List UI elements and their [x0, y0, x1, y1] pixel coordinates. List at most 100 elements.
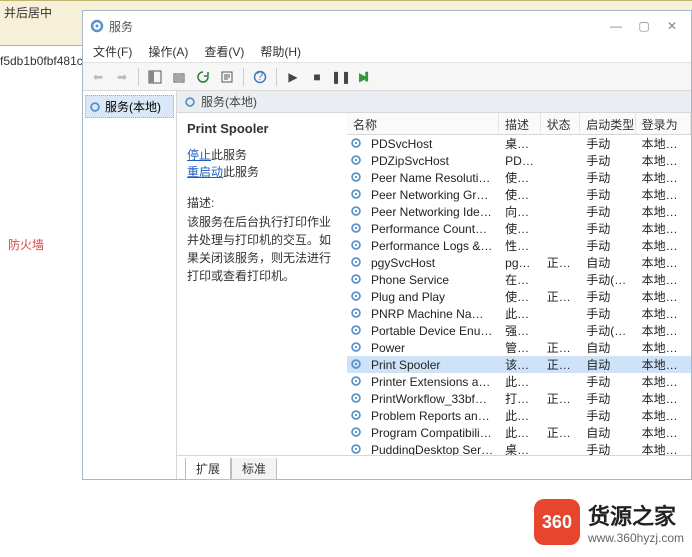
service-row[interactable]: Performance Logs & Alerts性能...手动本地服务	[347, 237, 691, 254]
cell-logon: 本地系统	[636, 152, 691, 169]
cell-desc: 使用...	[499, 169, 541, 186]
selected-service-name: Print Spooler	[187, 121, 337, 136]
menu-view[interactable]: 查看(V)	[198, 41, 250, 62]
col-name[interactable]: 名称	[347, 113, 499, 134]
service-row[interactable]: PDZipSvcHostPDZi...手动本地系统	[347, 152, 691, 169]
cell-start: 手动	[580, 305, 635, 322]
tab-standard[interactable]: 标准	[231, 458, 277, 480]
cell-logon: 本地服务	[636, 186, 691, 203]
service-row[interactable]: Power管理...正在...自动本地系统	[347, 339, 691, 356]
menu-help[interactable]: 帮助(H)	[254, 41, 307, 62]
services-icon	[89, 18, 105, 34]
cell-start: 手动(触发...	[580, 322, 635, 339]
cell-desc: 使用...	[499, 186, 541, 203]
show-hide-tree-button[interactable]	[144, 66, 166, 88]
help-button[interactable]: ?	[249, 66, 271, 88]
services-window: 服务 — ▢ ✕ 文件(F) 操作(A) 查看(V) 帮助(H) ⬅ ➡ ? ▶…	[82, 10, 692, 480]
watermark-logo: 360 货源之家 www.360hyzj.com	[534, 499, 684, 545]
maximize-button[interactable]: ▢	[637, 19, 651, 33]
cell-name: Peer Networking Grouping	[365, 188, 499, 202]
cell-status: 正在...	[541, 390, 581, 407]
cell-desc: pgyS...	[499, 256, 541, 270]
service-row[interactable]: pgySvcHostpgyS...正在...自动本地系统	[347, 254, 691, 271]
service-row[interactable]: Program Compatibility Assi...此服...正在...自…	[347, 424, 691, 441]
gear-icon	[349, 255, 365, 271]
refresh-button[interactable]	[192, 66, 214, 88]
description-text: 该服务在后台执行打印作业并处理与打印机的交互。如果关闭该服务，则无法进行打印或查…	[187, 213, 337, 285]
gear-icon	[349, 374, 365, 390]
cell-start: 自动	[580, 339, 635, 356]
gear-icon	[349, 357, 365, 373]
cell-logon: 本地系统	[636, 135, 691, 152]
service-row[interactable]: PNRP Machine Name Publ...此服...手动本地服务	[347, 305, 691, 322]
cell-logon: 本地服务	[636, 203, 691, 220]
export-button[interactable]	[168, 66, 190, 88]
cell-start: 自动	[580, 424, 635, 441]
list-header: 名称 描述 状态 启动类型 登录为	[347, 113, 691, 135]
window-title: 服务	[109, 18, 133, 35]
properties-button[interactable]	[216, 66, 238, 88]
bg-tab: 并后居中	[4, 4, 52, 21]
stop-link[interactable]: 停止	[187, 148, 211, 162]
gear-icon	[349, 136, 365, 152]
cell-name: Printer Extensions and Noti...	[365, 375, 499, 389]
close-button[interactable]: ✕	[665, 19, 679, 33]
gear-icon	[349, 170, 365, 186]
pause-service-button[interactable]: ❚❚	[330, 66, 352, 88]
cell-name: PNRP Machine Name Publ...	[365, 307, 499, 321]
gear-icon	[349, 323, 365, 339]
service-row[interactable]: Peer Name Resolution Pro...使用...手动本地服务	[347, 169, 691, 186]
service-row[interactable]: Peer Networking Grouping使用...手动本地服务	[347, 186, 691, 203]
col-start[interactable]: 启动类型	[580, 113, 635, 134]
gear-icon	[88, 100, 102, 114]
back-button[interactable]: ⬅	[87, 66, 109, 88]
service-row[interactable]: Peer Networking Identity ...向对...手动本地服务	[347, 203, 691, 220]
cell-name: PDZipSvcHost	[365, 154, 499, 168]
service-row[interactable]: Print Spooler该服...正在...自动本地系统	[347, 356, 691, 373]
tree-pane: 服务(本地)	[83, 91, 177, 479]
stop-service-button[interactable]: ■	[306, 66, 328, 88]
menu-action[interactable]: 操作(A)	[142, 41, 194, 62]
service-row[interactable]: PuddingDesktop Service桌面...手动本地系统	[347, 441, 691, 455]
cell-name: Performance Logs & Alerts	[365, 239, 499, 253]
firewall-label: 防火墙	[8, 236, 44, 253]
cell-logon: 本地服务	[636, 305, 691, 322]
cell-start: 手动	[580, 288, 635, 305]
service-row[interactable]: Plug and Play使计...正在...手动本地系统	[347, 288, 691, 305]
col-logon[interactable]: 登录为	[636, 113, 691, 134]
cell-logon: 本地系统	[636, 288, 691, 305]
service-row[interactable]: PDSvcHost桌面...手动本地系统	[347, 135, 691, 152]
cell-status: 正在...	[541, 339, 581, 356]
cell-name: Print Spooler	[365, 358, 499, 372]
minimize-button[interactable]: —	[609, 19, 623, 33]
cell-desc: 桌面...	[499, 441, 541, 455]
forward-button[interactable]: ➡	[111, 66, 133, 88]
restart-service-button[interactable]: ▶▌	[354, 66, 376, 88]
logo-title: 货源之家	[588, 499, 684, 531]
hash-text: f5db1b0fbf481c	[0, 46, 80, 76]
cell-start: 手动	[580, 203, 635, 220]
service-row[interactable]: Phone Service在设...手动(触发...本地服务	[347, 271, 691, 288]
service-row[interactable]: Performance Counter DLL ...使远...手动本地服务	[347, 220, 691, 237]
gear-icon	[349, 153, 365, 169]
cell-logon: 本地系统	[636, 254, 691, 271]
col-status[interactable]: 状态	[541, 113, 581, 134]
tab-extended[interactable]: 扩展	[185, 458, 231, 480]
cell-logon: 本地系统	[636, 441, 691, 455]
gear-icon	[349, 442, 365, 456]
tree-root-services-local[interactable]: 服务(本地)	[85, 95, 174, 118]
service-row[interactable]: PrintWorkflow_33bf4399打印...正在...手动本地系统	[347, 390, 691, 407]
service-row[interactable]: Printer Extensions and Noti...此服...手动本地系…	[347, 373, 691, 390]
cell-desc: 向对...	[499, 203, 541, 220]
service-row[interactable]: Portable Device Enumerat...强制...手动(触发...…	[347, 322, 691, 339]
service-row[interactable]: Problem Reports and Solut...此服...手动本地系统	[347, 407, 691, 424]
col-desc[interactable]: 描述	[499, 113, 541, 134]
logo-badge: 360	[534, 499, 580, 545]
cell-logon: 本地系统	[636, 322, 691, 339]
gear-icon	[349, 425, 365, 441]
cell-name: Performance Counter DLL ...	[365, 222, 499, 236]
restart-link[interactable]: 重启动	[187, 165, 223, 179]
cell-status: 正在...	[541, 356, 581, 373]
start-service-button[interactable]: ▶	[282, 66, 304, 88]
menu-file[interactable]: 文件(F)	[87, 41, 138, 62]
